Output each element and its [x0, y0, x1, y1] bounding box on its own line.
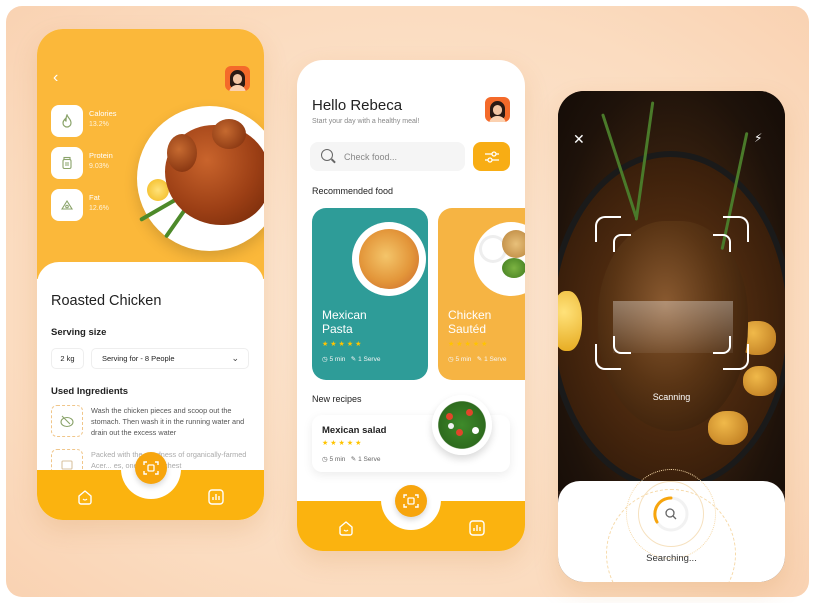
scan-icon	[403, 494, 419, 508]
search-icon	[665, 508, 677, 520]
avatar[interactable]	[225, 66, 250, 91]
back-chevron-icon[interactable]: ‹	[53, 69, 58, 87]
ingredient-text: Packed with the goodness of organically-…	[91, 450, 247, 470]
fat-icon	[51, 189, 83, 221]
serving-select-value: Serving for - 8 People	[102, 354, 175, 363]
nutrition-value: 9.03%	[89, 163, 109, 170]
salad-image	[432, 395, 492, 455]
searching-label: Searching...	[646, 553, 697, 564]
rating-stars: ★★★★★	[322, 341, 364, 348]
recipe-title: Mexican salad	[322, 425, 387, 436]
close-icon[interactable]: ✕	[573, 131, 585, 148]
nutrition-label: Protein	[89, 151, 113, 160]
nutrition-value: 13.2%	[89, 121, 109, 128]
ingredients-heading: Used Ingredients	[51, 386, 129, 397]
scan-icon	[143, 461, 159, 475]
rating-stars: ★★★★★	[322, 440, 364, 447]
greeting-title: Hello Rebeca	[312, 97, 403, 114]
search-sheet: Searching...	[558, 469, 785, 582]
food-card-title: Mexican Pasta	[322, 308, 367, 336]
chevron-down-icon: ⌄	[231, 353, 239, 363]
serving-size-heading: Serving size	[51, 327, 107, 338]
rating-stars: ★★★★★	[448, 341, 490, 348]
serving-select[interactable]: Serving for - 8 People ⌄	[91, 348, 249, 369]
ingredient-text: Wash the chicken pieces and scoop out th…	[91, 406, 245, 437]
home-icon[interactable]	[337, 519, 355, 542]
filter-button[interactable]	[473, 142, 510, 171]
page-title: Roasted Chicken	[51, 293, 162, 309]
jar-icon	[51, 147, 83, 179]
greeting-subtitle: Start your day with a healthy meal!	[312, 118, 420, 125]
nutrition-value: 12.6%	[89, 205, 109, 212]
rice-image	[482, 238, 504, 260]
stats-icon[interactable]	[468, 519, 486, 542]
ingredient-item: Wash the chicken pieces and scoop out th…	[51, 405, 251, 445]
pasta-image	[359, 229, 419, 289]
cutting-board-icon	[51, 405, 83, 437]
avatar[interactable]	[485, 97, 510, 122]
recipe-meta: ◷ 5 min ✎ 1 Serve	[322, 456, 381, 463]
food-card-mexican-pasta[interactable]: Mexican Pasta ★★★★★ ◷ 5 min ✎ 1 Serve	[312, 208, 428, 380]
flame-icon	[51, 105, 83, 137]
scan-screen: ✕ ⚡︎ Scanning Searching...	[558, 91, 785, 582]
food-detail-screen: ‹ Calories 13.2% Protein 9.03% Fat 12.6%…	[37, 29, 264, 520]
food-card-chicken-sauted[interactable]: Chicken Sautéd ★★★★★ ◷ 5 min ✎ 1 Serve	[438, 208, 525, 380]
new-recipes-heading: New recipes	[312, 394, 362, 404]
nutrition-label: Calories	[89, 109, 117, 118]
search-input[interactable]: Check food...	[310, 142, 465, 171]
scan-button[interactable]	[395, 485, 427, 517]
scan-button[interactable]	[135, 452, 167, 484]
nutrition-label: Fat	[89, 193, 100, 202]
sliders-icon	[484, 150, 499, 163]
food-meta: ◷ 5 min ✎ 1 Serve	[448, 356, 507, 363]
flash-off-icon[interactable]: ⚡︎	[754, 131, 762, 145]
search-icon	[321, 149, 333, 161]
food-meta: ◷ 5 min ✎ 1 Serve	[322, 356, 381, 363]
home-icon[interactable]	[76, 488, 94, 511]
search-placeholder: Check food...	[344, 151, 398, 162]
food-card-title: Chicken Sautéd	[448, 308, 492, 336]
scan-line	[613, 301, 733, 353]
weight-field[interactable]: 2 kg	[51, 348, 84, 369]
stats-icon[interactable]	[207, 488, 225, 511]
home-screen: Hello Rebeca Start your day with a healt…	[297, 60, 525, 551]
scanning-label: Scanning	[652, 392, 691, 402]
recommended-heading: Recommended food	[312, 186, 394, 196]
